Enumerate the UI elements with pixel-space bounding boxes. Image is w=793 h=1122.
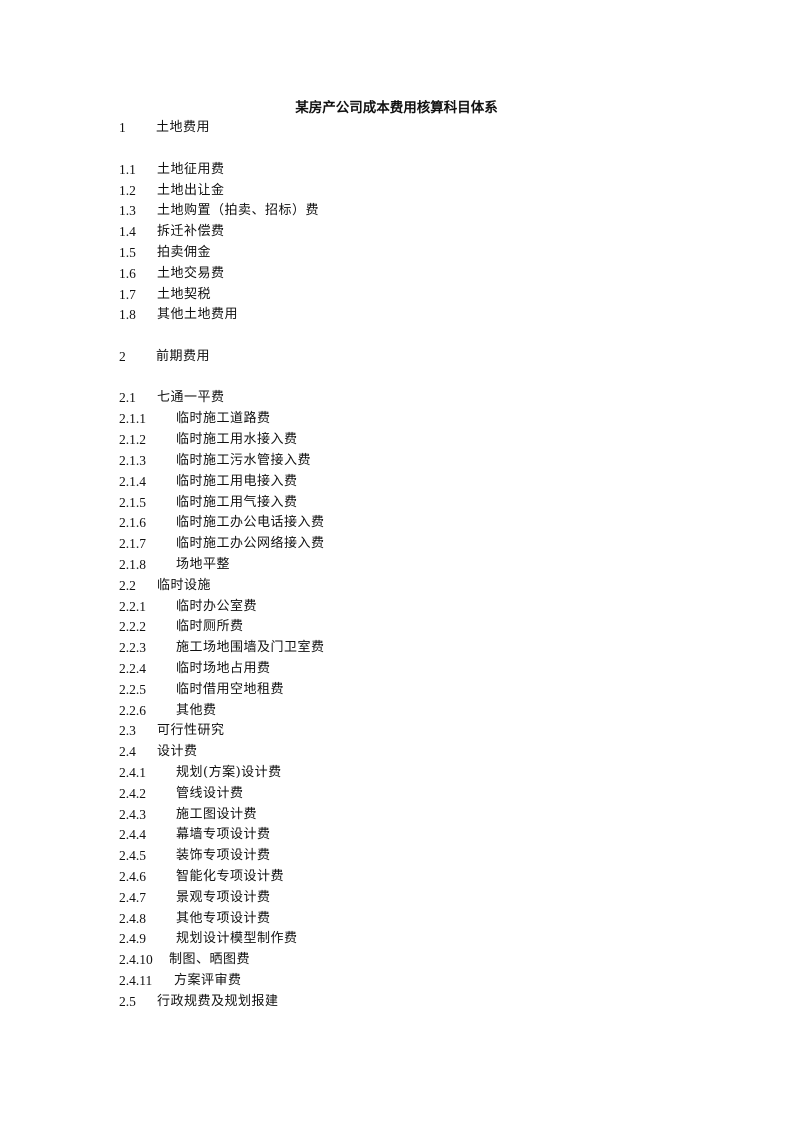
entry-text: 方案评审费 [174, 973, 242, 988]
document-title-text: 某房产公司成本费用核算科目体系 [295, 100, 498, 116]
entry-text: 临时办公室费 [176, 599, 258, 614]
entry-text: 土地交易费 [157, 266, 225, 281]
entry-number: 2.1.6 [119, 515, 146, 530]
entry-number: 1.3 [119, 203, 136, 218]
entry-number: 2.4.3 [119, 807, 146, 822]
document-title: 某房产公司成本费用核算科目体系 [0, 96, 793, 116]
entry-number: 2.1.7 [119, 536, 146, 551]
entry-text: 管线设计费 [176, 786, 244, 801]
entry-number: 2.1 [119, 390, 136, 405]
entry-text: 其他土地费用 [157, 307, 239, 322]
entry-number: 2 [119, 349, 126, 364]
entry-number: 2.4.6 [119, 869, 146, 884]
entry-number: 2.2.6 [119, 703, 146, 718]
entry-number: 2.4.5 [119, 848, 146, 863]
entry-text: 拍卖佣金 [157, 245, 212, 260]
entry-number: 1.5 [119, 245, 136, 260]
entry-number: 1.8 [119, 307, 136, 322]
entry-text: 土地出让金 [157, 183, 225, 198]
entry-text: 临时场地占用费 [176, 661, 271, 676]
entry-number: 1 [119, 120, 126, 135]
entry-text: 规划(方案)设计费 [176, 765, 282, 780]
entry-number: 1.4 [119, 224, 136, 239]
entry-number: 2.1.2 [119, 432, 146, 447]
entry-text: 施工场地围墙及门卫室费 [176, 640, 325, 655]
entry-text: 临时施工办公电话接入费 [176, 515, 325, 530]
entry-text: 土地费用 [156, 120, 211, 135]
entry-text: 七通一平费 [157, 390, 225, 405]
entry-text: 制图、晒图费 [169, 952, 251, 967]
entry-number: 2.3 [119, 723, 136, 738]
entry-number: 1.1 [119, 162, 136, 177]
document-page: 某房产公司成本费用核算科目体系 1 土地费用 1.1 土地征用费 1.2 土地出… [0, 0, 793, 1122]
entry-text: 临时施工用气接入费 [176, 495, 298, 510]
entry-text: 装饰专项设计费 [176, 848, 271, 863]
entry-number: 2.4.9 [119, 931, 146, 946]
entry-text: 智能化专项设计费 [176, 869, 285, 884]
entry-text: 临时厕所费 [176, 619, 244, 634]
entry-text: 其他费 [176, 703, 217, 718]
entry-text: 土地购置（拍卖、招标）费 [157, 203, 320, 218]
entry-number: 2.4.2 [119, 786, 146, 801]
entry-text: 临时施工污水管接入费 [176, 453, 312, 468]
entry-number: 2.1.3 [119, 453, 146, 468]
entry-text: 临时施工道路费 [176, 411, 271, 426]
entry-number: 2.1.5 [119, 495, 146, 510]
entry-number: 2.4.11 [119, 973, 153, 988]
entry-text: 景观专项设计费 [176, 890, 271, 905]
entry-number: 2.2 [119, 578, 136, 593]
entry-text: 拆迁补偿费 [157, 224, 225, 239]
entry-text: 可行性研究 [157, 723, 225, 738]
entry-number: 2.2.4 [119, 661, 146, 676]
entry-number: 2.4.1 [119, 765, 146, 780]
entry-text: 临时施工用水接入费 [176, 432, 298, 447]
entry-text: 规划设计模型制作费 [176, 931, 298, 946]
entry-text: 临时借用空地租费 [176, 682, 285, 697]
entry-text: 土地征用费 [157, 162, 225, 177]
entry-number: 2.2.3 [119, 640, 146, 655]
entry-text: 场地平整 [176, 557, 231, 572]
entry-text: 幕墙专项设计费 [176, 827, 271, 842]
entry-text: 临时施工办公网络接入费 [176, 536, 325, 551]
entry-text: 临时设施 [157, 578, 212, 593]
entry-text: 临时施工用电接入费 [176, 474, 298, 489]
entry-number: 2.5 [119, 994, 136, 1009]
entry-text: 施工图设计费 [176, 807, 258, 822]
entry-number: 2.2.2 [119, 619, 146, 634]
entry-number: 1.7 [119, 287, 136, 302]
entry-text: 前期费用 [156, 349, 211, 364]
entry-number: 2.4.7 [119, 890, 146, 905]
entry-number: 2.2.5 [119, 682, 146, 697]
entry-number: 2.4.8 [119, 911, 146, 926]
entry-number: 2.4.10 [119, 952, 153, 967]
entry-number: 2.1.4 [119, 474, 146, 489]
entry-number: 2.4 [119, 744, 136, 759]
entry-text: 土地契税 [157, 287, 212, 302]
entry-number: 2.4.4 [119, 827, 146, 842]
entry-number: 2.2.1 [119, 599, 146, 614]
entry-text: 设计费 [157, 744, 198, 759]
entry-number: 2.1.8 [119, 557, 146, 572]
entry-text: 行政规费及规划报建 [157, 994, 279, 1009]
entry-number: 1.2 [119, 183, 136, 198]
entry-text: 其他专项设计费 [176, 911, 271, 926]
entry-number: 1.6 [119, 266, 136, 281]
entry-number: 2.1.1 [119, 411, 146, 426]
